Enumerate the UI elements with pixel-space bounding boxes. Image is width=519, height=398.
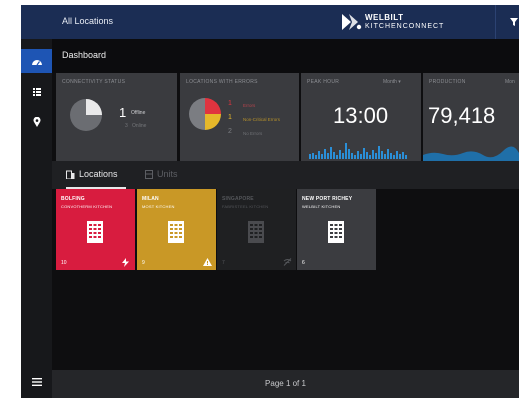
building-icon (248, 221, 264, 243)
noncritical-errors-label: Non-Critical Errors (243, 117, 281, 122)
warning-icon (203, 258, 212, 266)
sidebar-item-menu[interactable] (21, 370, 52, 394)
location-type: CONVOTHERM KITCHEN (61, 204, 113, 209)
kpi-production-card[interactable]: PRODUCTION Mon 79,418 (423, 73, 519, 161)
offline-label: Offline (131, 110, 146, 116)
tab-units-label: Units (157, 169, 178, 179)
location-type: MOST KITCHEN (142, 204, 175, 209)
map-pin-icon (33, 117, 40, 127)
peak-hour-bar-chart (309, 143, 407, 159)
online-label: Online (132, 123, 147, 129)
brand-name: WELBILT (365, 13, 404, 22)
errors-pie-chart (189, 98, 221, 130)
offline-icon (283, 258, 292, 266)
location-unit-count: 10 (61, 260, 67, 266)
page-title: Dashboard (62, 50, 107, 60)
offline-count: 1 (119, 105, 127, 120)
unit-icon (145, 169, 153, 179)
errors-count: 1 (228, 100, 232, 107)
location-unit-count: 7 (222, 260, 225, 266)
kpi-production-label: PRODUCTION (429, 79, 466, 85)
kpi-connectivity-label: CONNECTIVITY STATUS (62, 79, 126, 85)
pie-errors-slice (205, 98, 221, 114)
pagination-text: Page 1 of 1 (265, 379, 306, 388)
brand-product: KITCHENCONNECT (365, 23, 445, 30)
kpi-errors-card[interactable]: LOCATIONS WITH ERRORS 1 Errors 1 Non-Cri… (180, 73, 299, 161)
sidebar (21, 5, 52, 398)
location-tile[interactable]: MILAN MOST KITCHEN 9 (137, 189, 216, 270)
sidebar-item-map[interactable] (21, 110, 52, 134)
tab-locations-label: Locations (79, 169, 118, 179)
brand-logo: WELBILT KITCHENCONNECT (340, 12, 444, 32)
no-errors-count: 2 (228, 128, 232, 135)
welbilt-logo-icon (342, 14, 362, 30)
online-count: 3 (125, 123, 128, 129)
building-icon (66, 170, 75, 179)
location-unit-count: 6 (302, 260, 305, 266)
filter-icon (510, 18, 518, 26)
location-name: SINGAPORE (222, 196, 254, 202)
errors-label: Errors (243, 103, 256, 108)
view-tabs: Locations Units (52, 161, 519, 189)
peak-metric-selector[interactable]: Month ▾ (383, 79, 401, 85)
peak-hour-value: 13:00 (333, 103, 389, 128)
kpi-connectivity-card[interactable]: CONNECTIVITY STATUS 1 Offline 3 Online (56, 73, 177, 161)
page-header: Dashboard (52, 39, 519, 73)
peak-metric-label: Month (383, 79, 397, 85)
location-type: FABRISTEEL KITCHEN (222, 204, 269, 209)
lightning-icon (122, 258, 129, 267)
location-type: WELBILT KITCHEN (302, 204, 341, 209)
location-name: MILAN (142, 196, 159, 202)
pie-noncritical-slice (205, 114, 221, 130)
pagination-bar: Page 1 of 1 (52, 370, 519, 398)
kpi-peak-hour-card[interactable]: PEAK HOUR Month ▾ 13:00 (301, 73, 421, 161)
hamburger-menu-icon (31, 378, 42, 386)
pie-offline-slice (86, 99, 102, 115)
production-value: 79,418 (428, 103, 496, 128)
pie-noerrors-slice (189, 98, 205, 130)
top-bar: All Locations WELBILT KITCHENCONNECT (52, 5, 519, 39)
sidebar-item-list[interactable] (21, 80, 52, 104)
connectivity-pie-chart (70, 99, 102, 131)
kpi-peak-hour-label: PEAK HOUR (307, 79, 340, 85)
production-area-chart (423, 146, 519, 161)
topbar-divider (495, 5, 496, 39)
filter-button[interactable] (508, 15, 519, 29)
building-icon (87, 221, 103, 243)
location-tile[interactable]: BOLFING CONVOTHERM KITCHEN 10 (56, 189, 135, 270)
sidebar-header (21, 5, 52, 39)
location-tile[interactable]: NEW PORT RICHEY WELBILT KITCHEN 6 (297, 189, 376, 270)
sidebar-item-dashboard[interactable] (21, 49, 52, 73)
location-selector[interactable]: All Locations (62, 16, 113, 26)
building-icon (168, 221, 184, 243)
production-metric-selector[interactable]: Mon (505, 79, 515, 85)
tab-units[interactable]: Units (145, 169, 178, 179)
location-name: BOLFING (61, 196, 85, 202)
location-tile[interactable]: SINGAPORE FABRISTEEL KITCHEN 7 (217, 189, 296, 270)
list-icon (32, 88, 41, 96)
no-errors-label: No Errors (243, 131, 263, 136)
building-icon (328, 221, 344, 243)
location-unit-count: 9 (142, 260, 145, 266)
location-name: NEW PORT RICHEY (302, 196, 353, 202)
dashboard-gauge-icon (31, 59, 42, 65)
tab-locations[interactable]: Locations (66, 169, 118, 179)
app-screen: All Locations WELBILT KITCHENCONNECT Das… (21, 5, 519, 398)
kpi-errors-label: LOCATIONS WITH ERRORS (186, 79, 258, 85)
noncritical-errors-count: 1 (228, 114, 232, 121)
